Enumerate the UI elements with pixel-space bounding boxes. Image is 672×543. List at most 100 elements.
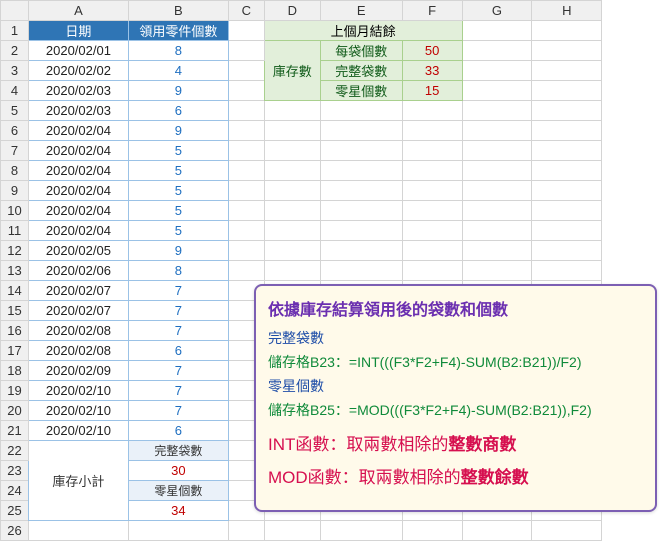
row-header[interactable]: 20 xyxy=(1,401,29,421)
cell-count[interactable]: 9 xyxy=(128,241,228,261)
cell-date[interactable]: 2020/02/04 xyxy=(28,181,128,201)
cell[interactable] xyxy=(462,141,532,161)
cell-count[interactable]: 7 xyxy=(128,381,228,401)
full-bags-value-top[interactable]: 33 xyxy=(402,61,462,81)
col-header[interactable]: A xyxy=(28,1,128,21)
cell[interactable] xyxy=(462,161,532,181)
loose-label-top[interactable]: 零星個數 xyxy=(320,81,402,101)
cell[interactable] xyxy=(264,141,320,161)
row-header[interactable]: 26 xyxy=(1,521,29,541)
col-header[interactable]: E xyxy=(320,1,402,21)
cell[interactable] xyxy=(228,81,264,101)
cell[interactable] xyxy=(462,21,532,41)
cell-count[interactable]: 5 xyxy=(128,161,228,181)
per-bag-value[interactable]: 50 xyxy=(402,41,462,61)
cell[interactable] xyxy=(462,181,532,201)
cell[interactable] xyxy=(402,181,462,201)
row-header[interactable]: 5 xyxy=(1,101,29,121)
row-header[interactable]: 24 xyxy=(1,481,29,501)
row-header[interactable]: 12 xyxy=(1,241,29,261)
cell-count[interactable]: 4 xyxy=(128,61,228,81)
cell[interactable] xyxy=(402,221,462,241)
cell[interactable] xyxy=(402,521,462,541)
cell[interactable] xyxy=(462,81,532,101)
cell-count[interactable]: 5 xyxy=(128,201,228,221)
cell[interactable] xyxy=(462,221,532,241)
row-header[interactable]: 4 xyxy=(1,81,29,101)
cell[interactable] xyxy=(402,101,462,121)
row-header[interactable]: 8 xyxy=(1,161,29,181)
cell[interactable] xyxy=(320,521,402,541)
cell[interactable] xyxy=(228,21,264,41)
cell-date[interactable]: 2020/02/05 xyxy=(28,241,128,261)
cell-date[interactable]: 2020/02/10 xyxy=(28,401,128,421)
cell[interactable] xyxy=(532,201,602,221)
cell[interactable] xyxy=(532,21,602,41)
row-header[interactable]: 19 xyxy=(1,381,29,401)
col-header[interactable]: B xyxy=(128,1,228,21)
cell-date[interactable]: 2020/02/08 xyxy=(28,341,128,361)
column-header-row[interactable]: A B C D E F G H xyxy=(1,1,672,21)
cell[interactable] xyxy=(264,521,320,541)
cell[interactable] xyxy=(264,241,320,261)
cell-date[interactable]: 2020/02/01 xyxy=(28,41,128,61)
cell[interactable] xyxy=(532,61,602,81)
row-header[interactable]: 11 xyxy=(1,221,29,241)
cell-count[interactable]: 5 xyxy=(128,221,228,241)
cell-count[interactable]: 5 xyxy=(128,181,228,201)
row-header[interactable]: 6 xyxy=(1,121,29,141)
cell[interactable] xyxy=(228,101,264,121)
row-header[interactable]: 23 xyxy=(1,461,29,481)
cell-count[interactable]: 7 xyxy=(128,321,228,341)
last-month-title[interactable]: 上個月結餘 xyxy=(264,21,462,41)
cell[interactable] xyxy=(228,61,264,81)
cell[interactable] xyxy=(264,101,320,121)
cell-count[interactable]: 7 xyxy=(128,281,228,301)
cell[interactable] xyxy=(462,261,532,281)
full-bags-value[interactable]: 30 xyxy=(128,461,228,481)
row-header[interactable]: 17 xyxy=(1,341,29,361)
cell[interactable] xyxy=(320,241,402,261)
col-header[interactable]: D xyxy=(264,1,320,21)
cell[interactable] xyxy=(228,221,264,241)
cell-date[interactable]: 2020/02/04 xyxy=(28,201,128,221)
col-header[interactable]: H xyxy=(532,1,602,21)
cell-date[interactable]: 2020/02/10 xyxy=(28,381,128,401)
cell[interactable] xyxy=(402,121,462,141)
cell-count[interactable]: 8 xyxy=(128,261,228,281)
stock-label[interactable]: 庫存數 xyxy=(264,41,320,101)
row-header[interactable]: 10 xyxy=(1,201,29,221)
cell-count[interactable]: 6 xyxy=(128,341,228,361)
cell-count[interactable]: 7 xyxy=(128,401,228,421)
cell-count[interactable]: 9 xyxy=(128,81,228,101)
cell[interactable] xyxy=(264,121,320,141)
corner-cell[interactable] xyxy=(1,1,29,21)
cell-date[interactable]: 2020/02/03 xyxy=(28,101,128,121)
cell-date[interactable]: 2020/02/06 xyxy=(28,261,128,281)
cell[interactable] xyxy=(532,181,602,201)
cell-date[interactable]: 2020/02/04 xyxy=(28,221,128,241)
loose-value[interactable]: 34 xyxy=(128,501,228,521)
full-bags-sublabel[interactable]: 完整袋數 xyxy=(128,441,228,461)
cell[interactable] xyxy=(532,121,602,141)
row-header[interactable]: 22 xyxy=(1,441,29,461)
cell[interactable] xyxy=(264,161,320,181)
row-header[interactable]: 16 xyxy=(1,321,29,341)
cell[interactable] xyxy=(228,261,264,281)
row-header[interactable]: 7 xyxy=(1,141,29,161)
cell[interactable] xyxy=(532,141,602,161)
cell-count[interactable]: 7 xyxy=(128,301,228,321)
row-header[interactable]: 18 xyxy=(1,361,29,381)
cell[interactable] xyxy=(264,201,320,221)
row-header[interactable]: 1 xyxy=(1,21,29,41)
loose-sublabel[interactable]: 零星個數 xyxy=(128,481,228,501)
cell-date[interactable]: 2020/02/10 xyxy=(28,421,128,441)
header-date[interactable]: 日期 xyxy=(28,21,128,41)
row-header[interactable]: 21 xyxy=(1,421,29,441)
cell-date[interactable]: 2020/02/08 xyxy=(28,321,128,341)
cell[interactable] xyxy=(532,101,602,121)
cell[interactable] xyxy=(228,161,264,181)
row-header[interactable]: 9 xyxy=(1,181,29,201)
cell-date[interactable]: 2020/02/03 xyxy=(28,81,128,101)
cell[interactable] xyxy=(462,41,532,61)
